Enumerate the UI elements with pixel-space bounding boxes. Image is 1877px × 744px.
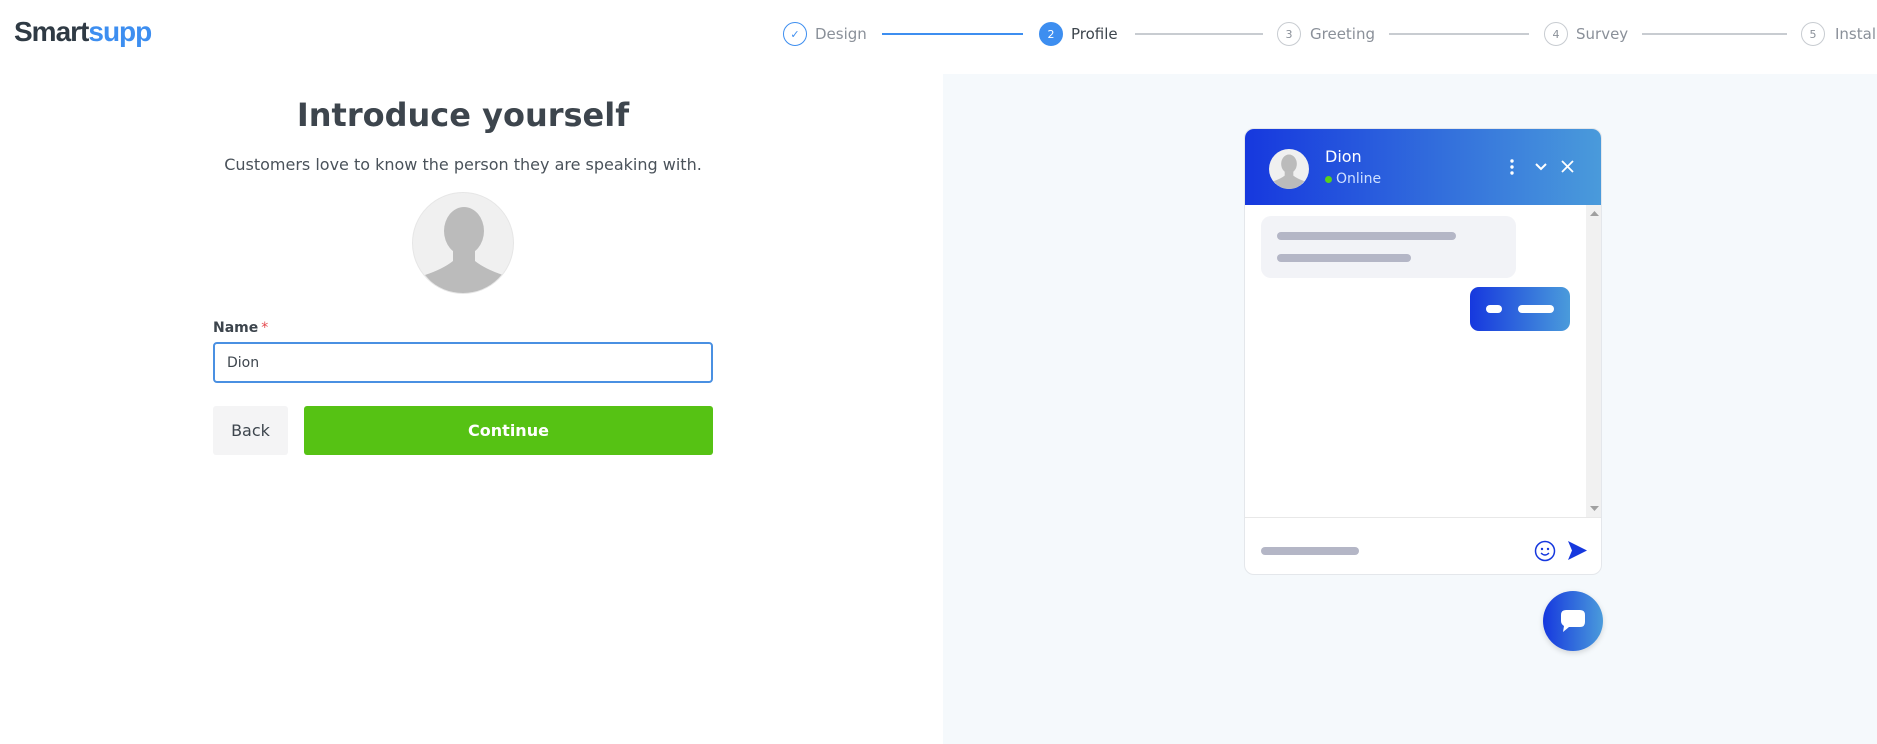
outgoing-message-placeholder (1470, 287, 1570, 331)
step-profile-circle[interactable]: 2 (1039, 22, 1063, 46)
name-label: Name * (213, 320, 269, 336)
step-profile-label[interactable]: Profile (1071, 25, 1118, 43)
required-mark: * (261, 320, 269, 336)
send-icon[interactable] (1567, 540, 1588, 561)
agent-status: Online (1325, 171, 1381, 187)
user-silhouette-icon (1273, 154, 1305, 189)
step-connector (882, 33, 1023, 35)
step-connector (1389, 33, 1529, 35)
chat-bubble-icon (1561, 610, 1585, 632)
message-input-placeholder[interactable] (1261, 547, 1359, 555)
step-design-label[interactable]: Design (815, 25, 867, 43)
step-connector (1135, 33, 1263, 35)
agent-name: Dion (1325, 147, 1362, 166)
online-dot (1325, 176, 1332, 183)
step-install-circle[interactable]: 5 (1801, 22, 1825, 46)
step-install-label[interactable]: Install (1835, 25, 1877, 43)
step-survey-label[interactable]: Survey (1576, 25, 1628, 43)
divider (1245, 517, 1601, 518)
scrollbar[interactable] (1586, 205, 1601, 517)
user-silhouette-icon (425, 207, 503, 293)
step-connector (1642, 33, 1787, 35)
page-title: Introduce yourself (296, 96, 630, 134)
chat-launcher-button[interactable] (1543, 591, 1603, 651)
step-design-circle[interactable]: ✓ (783, 22, 807, 46)
step-greeting-label[interactable]: Greeting (1310, 25, 1375, 43)
emoji-icon[interactable] (1534, 540, 1556, 562)
step-greeting-circle[interactable]: 3 (1277, 22, 1301, 46)
chat-widget-preview: Dion Online (1244, 128, 1602, 575)
chat-header: Dion Online (1245, 129, 1601, 205)
chevron-down-icon[interactable] (1535, 163, 1547, 171)
step-survey-circle[interactable]: 4 (1544, 22, 1568, 46)
incoming-message-placeholder (1261, 216, 1516, 278)
smartsupp-logo: Smartsupp (14, 16, 152, 47)
agent-avatar (1269, 149, 1309, 189)
more-vertical-icon[interactable] (1509, 159, 1515, 175)
continue-button[interactable]: Continue (304, 406, 713, 455)
back-button[interactable]: Back (213, 406, 288, 455)
name-input[interactable] (213, 342, 713, 383)
avatar-upload[interactable] (412, 192, 514, 294)
close-icon[interactable] (1561, 160, 1574, 173)
page-subtitle: Customers love to know the person they a… (224, 155, 702, 174)
